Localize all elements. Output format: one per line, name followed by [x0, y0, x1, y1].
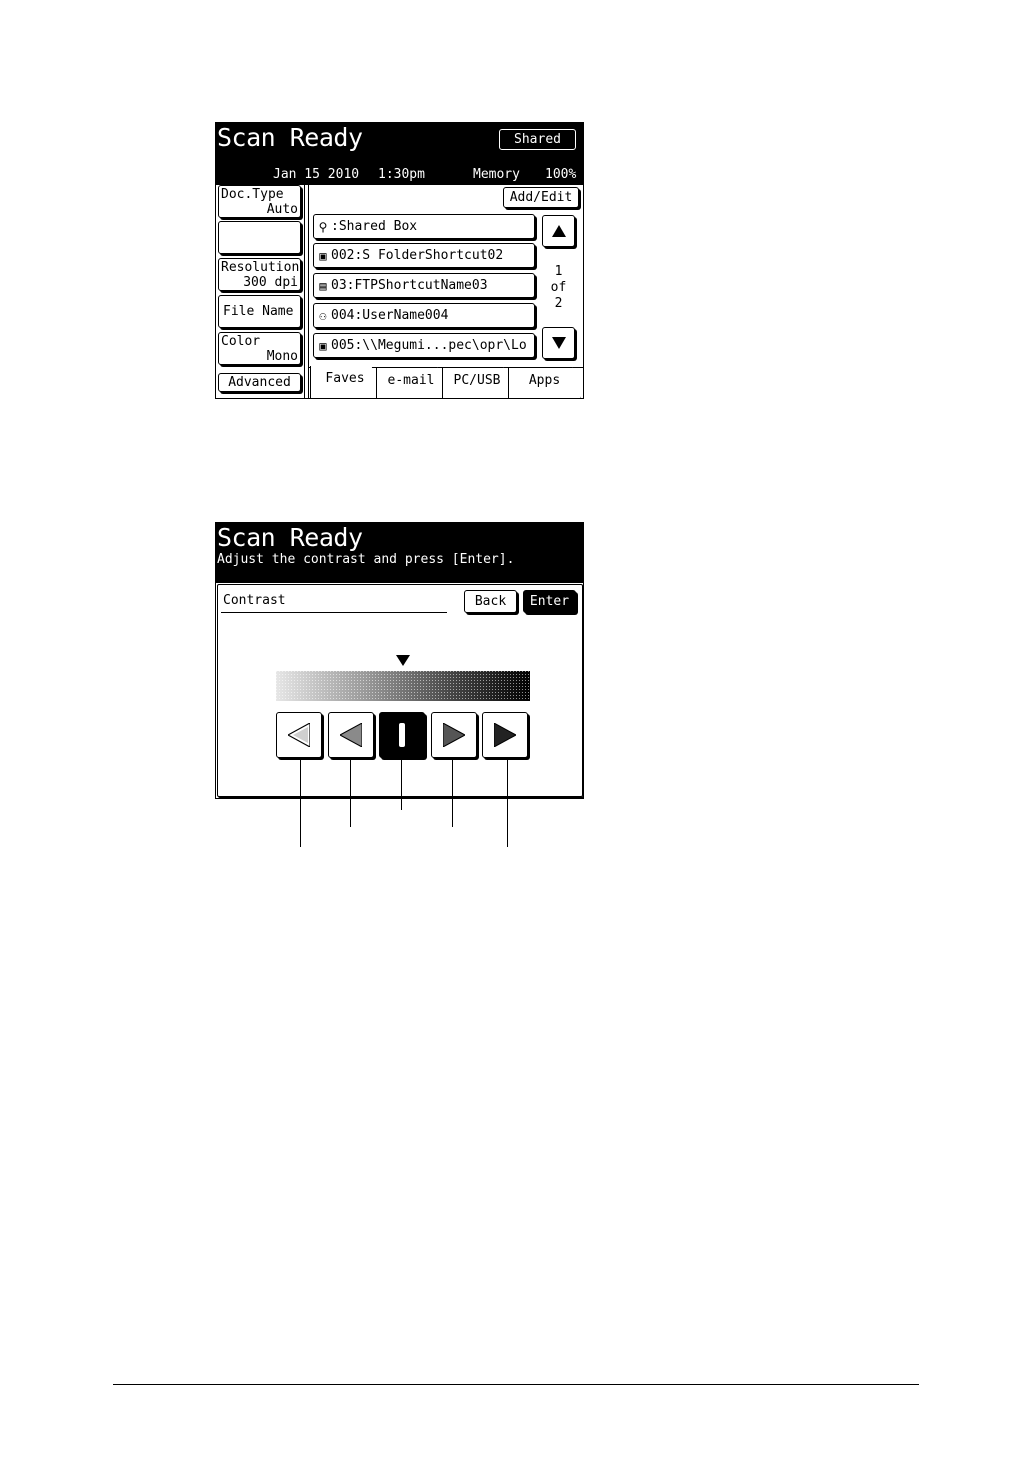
color-label: Color	[221, 334, 261, 349]
darker-button[interactable]	[431, 712, 477, 758]
lighter-button[interactable]	[328, 712, 374, 758]
list-item-label: :Shared Box	[331, 219, 418, 234]
resolution-value: 300 dpi	[243, 275, 298, 290]
page-title: Scan Ready	[217, 123, 363, 152]
color-button[interactable]: Color Mono	[218, 332, 301, 365]
contrast-gradient-bar	[276, 671, 530, 701]
shared-box-icon: ⚲	[318, 219, 328, 234]
callout-line	[452, 757, 453, 827]
footer-rule	[113, 1384, 919, 1385]
tab-email[interactable]: e-mail	[376, 367, 446, 398]
list-item-label: 002:S FolderShortcut02	[331, 248, 504, 263]
tab-faves[interactable]: Faves	[310, 366, 380, 398]
tab-pc-usb-label: PC/USB	[453, 373, 501, 388]
doc-type-value: Auto	[266, 202, 298, 217]
list-item-label: 03:FTPShortcutName03	[331, 278, 488, 293]
field-underline	[221, 612, 447, 613]
list-item[interactable]: ▣ 005:\\Megumi...pec\opr\Lo	[313, 333, 535, 358]
list-item-label: 005:\\Megumi...pec\opr\Lo	[331, 338, 527, 353]
shared-button-label: Shared	[514, 132, 561, 147]
folder-shortcut-icon: ▣	[319, 248, 327, 263]
enter-label: Enter	[529, 594, 570, 609]
right-arrow-icon	[443, 723, 465, 747]
file-name-label: File Name	[223, 304, 294, 319]
callout-line	[350, 757, 351, 827]
callout-line	[401, 757, 402, 810]
tab-apps[interactable]: Apps	[508, 367, 581, 398]
contrast-label: Contrast	[221, 223, 284, 238]
color-value: Mono	[266, 349, 298, 364]
memory-value: 100%	[545, 167, 577, 182]
callout-line	[300, 757, 301, 847]
doc-type-button[interactable]: Doc.Type Auto	[218, 185, 301, 218]
field-label: Contrast	[223, 593, 286, 608]
triangle-up-icon	[551, 225, 566, 237]
advanced-button[interactable]: Advanced	[218, 373, 301, 392]
memory-label: Memory	[473, 167, 520, 182]
contrast-value: Darker	[251, 238, 298, 253]
advanced-label: Advanced	[228, 375, 291, 390]
list-item[interactable]: ▣ 002:S FolderShortcut02	[313, 243, 535, 268]
contrast-screen: Scan Ready Adjust the contrast and press…	[215, 522, 584, 799]
folder-shortcut-icon: ▣	[319, 338, 327, 353]
list-item[interactable]: ⚇ 004:UserName004	[313, 303, 535, 328]
shared-button[interactable]: Shared	[499, 129, 576, 150]
file-name-button[interactable]: File Name	[218, 295, 301, 328]
page-title: Scan Ready	[217, 523, 363, 552]
user-icon: ⚇	[319, 308, 327, 323]
callout-line	[507, 757, 508, 847]
double-right-icon	[494, 723, 516, 747]
reset-center-button[interactable]	[379, 712, 425, 758]
contrast-button[interactable]: Contrast Darker	[218, 221, 301, 254]
resolution-label: Resolution	[221, 260, 300, 275]
enter-button[interactable]: Enter	[523, 590, 576, 613]
center-bar-icon	[399, 723, 405, 747]
triangle-down-icon	[551, 337, 566, 349]
tab-pc-usb[interactable]: PC/USB	[442, 367, 512, 398]
page-of: of	[550, 280, 567, 295]
resolution-button[interactable]: Resolution 300 dpi	[218, 258, 301, 291]
tab-faves-label: Faves	[325, 371, 365, 386]
add-edit-label: Add/Edit	[509, 190, 573, 205]
left-arrow-icon	[340, 723, 362, 747]
page-current: 1	[554, 264, 563, 279]
back-button[interactable]: Back	[464, 590, 517, 613]
instruction-text: Adjust the contrast and press [Enter].	[217, 552, 515, 567]
lightest-button[interactable]	[276, 712, 322, 758]
ftp-shortcut-icon: ▤	[319, 278, 327, 293]
doc-type-label: Doc.Type	[221, 187, 284, 202]
status-time: 1:30pm	[378, 167, 425, 182]
page-total: 2	[554, 296, 563, 311]
list-item[interactable]: ⚲ :Shared Box	[313, 214, 535, 239]
tab-apps-label: Apps	[528, 373, 561, 388]
scroll-down-button[interactable]	[542, 327, 575, 359]
list-item-label: 004:UserName004	[331, 308, 449, 323]
add-edit-button[interactable]: Add/Edit	[503, 187, 579, 208]
scan-main-screen: Scan Ready Shared Jan 15 2010 1:30pm Mem…	[215, 122, 584, 399]
level-marker-icon	[396, 655, 410, 666]
darkest-button[interactable]	[482, 712, 528, 758]
scroll-up-button[interactable]	[542, 215, 575, 247]
tab-email-label: e-mail	[387, 373, 435, 388]
list-item[interactable]: ▤ 03:FTPShortcutName03	[313, 273, 535, 298]
double-left-icon	[288, 723, 310, 747]
status-date: Jan 15 2010	[273, 167, 360, 182]
back-label: Back	[474, 594, 507, 609]
